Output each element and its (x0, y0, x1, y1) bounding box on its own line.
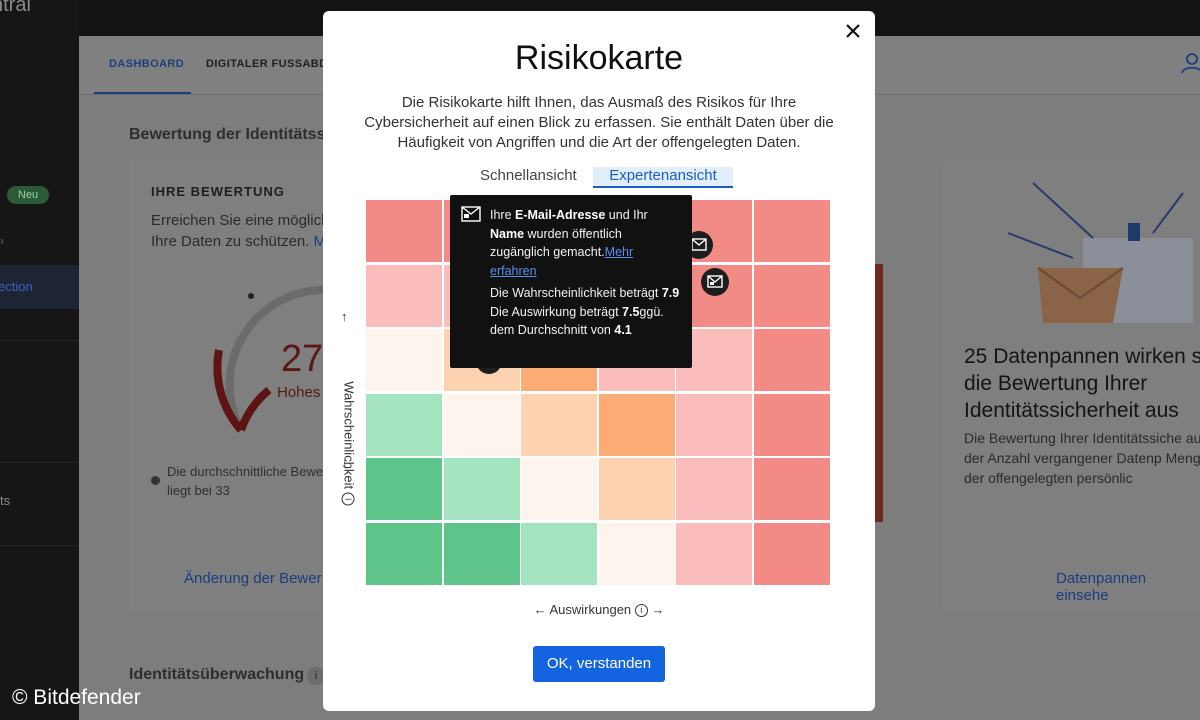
tab-expert-view[interactable]: Expertenansicht (593, 167, 733, 188)
heatmap-cell (521, 393, 598, 456)
heatmap-cell (754, 264, 830, 327)
ok-button[interactable]: OK, verstanden (533, 646, 665, 682)
card-label: IHRE BEWERTUNG (151, 184, 285, 199)
tab-quick-view[interactable]: Schnellansicht (480, 167, 577, 184)
view-switcher: Schnellansicht Expertenansicht (323, 167, 875, 189)
close-icon (846, 24, 860, 38)
mail-icon (691, 238, 707, 251)
y-axis-label: Wahrscheinlichkeit i (341, 364, 357, 524)
active-tab-indicator (94, 92, 191, 94)
average-text: Die durchschnittliche Bewe liegt bei 33 (167, 464, 324, 498)
heatmap-cell (366, 522, 442, 585)
info-icon[interactable]: i (634, 604, 648, 618)
breach-tooltip: Ihre E-Mail-Adresse und Ihr Name wurden … (450, 195, 692, 368)
heatmap-cell (754, 329, 830, 391)
heatmap-cell (443, 393, 520, 456)
y-axis: ↑ Wahrscheinlichkeit i ↓ (337, 309, 359, 506)
breach-illustration (1007, 182, 1193, 323)
heatmap-cell (676, 393, 753, 456)
arrow-down-icon: ↓ (341, 455, 348, 470)
section-heading: Bewertung der Identitätssi (129, 126, 330, 143)
app-brand: ntral (0, 0, 31, 16)
breaches-title: 25 Datenpannen wirken s die Bewertung Ih… (964, 345, 1200, 422)
view-breaches-link[interactable]: Datenpannen einsehe (1056, 570, 1200, 604)
heatmap-cell (754, 200, 830, 262)
risk-map-dialog: Risikokarte Die Risikokarte hilft Ihnen,… (323, 11, 875, 711)
heatmap-cell (366, 264, 442, 327)
heatmap-cell (521, 458, 598, 520)
tab-digital-footprint[interactable]: DIGITALER FUSSABDR (206, 58, 336, 70)
heatmap-cell (443, 522, 520, 585)
watermark: © Bitdefender (12, 686, 141, 709)
average-value: 4.1 (614, 323, 632, 337)
probability-value: 7.9 (661, 286, 680, 300)
heatmap-cell (754, 458, 830, 520)
sidebar-divider (0, 340, 79, 341)
heatmap-cell (366, 329, 442, 391)
average-dot-icon (151, 476, 160, 485)
heatmap-cell (366, 200, 442, 262)
new-badge: Neu (7, 186, 49, 204)
card-text: Erreichen Sie eine möglich Ihre Daten zu… (151, 212, 330, 250)
tab-dashboard[interactable]: DASHBOARD (109, 58, 184, 70)
arrow-up-icon: ↑ (341, 309, 348, 324)
score-card: IHRE BEWERTUNG Erreichen Sie eine möglic… (129, 160, 329, 612)
sidebar: ntral Neu › ection ts (0, 0, 79, 720)
x-axis: ← Auswirkungen i → (323, 602, 875, 618)
sidebar-divider (0, 462, 79, 463)
dialog-description: Die Risikokarte hilft Ihnen, das Ausmaß … (364, 94, 834, 151)
heatmap-cell (366, 458, 442, 520)
heatmap-cell (366, 393, 442, 456)
sidebar-item-label: ection (0, 279, 33, 294)
heatmap-cell (754, 393, 830, 456)
heatmap-cell (443, 458, 520, 520)
section-heading: Identitätsüberwachung (129, 666, 305, 683)
score-risk-label: Hohes (277, 384, 321, 401)
info-icon[interactable]: i (341, 492, 355, 506)
heatmap-cell (521, 522, 598, 585)
score-change-link[interactable]: Änderung der Bewer (184, 570, 322, 587)
x-axis-label: Auswirkungen (549, 602, 632, 617)
sidebar-item-selected[interactable]: ection (0, 265, 79, 309)
breach-marker-selected[interactable] (701, 268, 729, 296)
user-icon[interactable] (1180, 52, 1200, 74)
arrow-right-icon: → (651, 602, 665, 617)
mail-id-icon (707, 275, 723, 288)
heatmap-cell (754, 522, 830, 585)
sidebar-divider (0, 545, 79, 546)
heatmap-cell (676, 458, 753, 520)
dialog-title: Risikokarte (514, 39, 684, 77)
heatmap-cell (598, 393, 675, 456)
heatmap-cell (598, 458, 675, 520)
impact-value: 7.5 (622, 304, 640, 319)
breaches-text: Die Bewertung Ihrer Identitätssiche aus … (964, 430, 1200, 486)
sidebar-item-arrow-icon: › (0, 234, 4, 248)
heatmap-cell (598, 522, 675, 585)
heatmap-cell (676, 522, 753, 585)
arrow-left-icon: ← (533, 602, 547, 617)
mail-id-icon (461, 206, 481, 222)
tooltip-text: Ihre E-Mail-Adresse und Ihr Name wurden … (490, 208, 680, 337)
sidebar-item-label[interactable]: ts (0, 493, 10, 508)
score-value: 27 (281, 338, 324, 380)
